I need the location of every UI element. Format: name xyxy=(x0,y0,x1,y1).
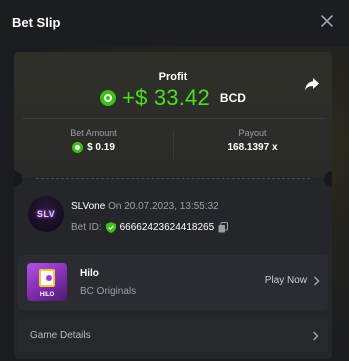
bet-id-value: 66662423624418265 xyxy=(119,222,215,233)
chevron-right-icon xyxy=(312,331,319,341)
game-thumbnail[interactable]: HILO xyxy=(27,263,67,301)
game-row[interactable]: HILO Hilo BC Originals Play Now xyxy=(18,255,328,310)
divider xyxy=(22,118,324,119)
bet-card: Profit +$ 33.42 BCD Bet Amount $ 0.19 Pa… xyxy=(14,52,332,359)
thumbnail-label: HILO xyxy=(39,292,55,298)
share-icon[interactable] xyxy=(304,76,320,92)
close-icon[interactable] xyxy=(319,13,335,29)
game-details-label: Game Details xyxy=(30,330,91,341)
copy-icon[interactable] xyxy=(218,222,229,233)
payout-stat: Payout 168.1397 x xyxy=(173,128,332,153)
payout-value: 168.1397 x xyxy=(227,142,278,153)
bcd-coin-icon xyxy=(72,142,84,153)
profit-label: Profit xyxy=(158,71,188,83)
ticket-notch-right xyxy=(324,171,332,187)
modal-header: Bet Slip xyxy=(0,0,349,46)
bet-id-label: Bet ID: xyxy=(71,222,102,233)
avatar[interactable]: SLV xyxy=(28,196,64,232)
bet-slip-modal: Bet Slip Profit +$ 33.42 BCD Bet Amount … xyxy=(0,0,349,361)
ticket-perforation xyxy=(36,178,310,179)
play-now-label: Play Now xyxy=(264,275,307,286)
user-line: SLVone On 20.07.2023, 13:55:32 xyxy=(71,201,219,212)
payout-label: Payout xyxy=(238,128,267,138)
play-now-button[interactable]: Play Now xyxy=(265,275,320,286)
modal-title: Bet Slip xyxy=(12,15,61,30)
bet-id-line: Bet ID: 66662423624418265 xyxy=(71,222,229,233)
profit-value: +$ 33.42 xyxy=(122,85,210,110)
bet-amount-label: Bet Amount xyxy=(70,128,117,138)
profit-row: +$ 33.42 BCD xyxy=(14,85,332,111)
bet-amount-value: $ 0.19 xyxy=(87,142,115,153)
bet-timestamp: On 20.07.2023, 13:55:32 xyxy=(108,201,219,212)
bet-amount-value-row: $ 0.19 xyxy=(14,142,173,153)
bcd-coin-icon xyxy=(100,90,117,106)
chevron-right-icon xyxy=(313,275,320,286)
card-icon xyxy=(39,269,55,287)
game-provider: BC Originals xyxy=(80,286,137,297)
game-details-row[interactable]: Game Details xyxy=(18,318,328,354)
username[interactable]: SLVone xyxy=(71,201,105,212)
game-name: Hilo xyxy=(80,268,99,279)
verified-shield-icon xyxy=(105,222,116,233)
bet-amount-stat: Bet Amount $ 0.19 xyxy=(14,128,173,153)
profit-section: Profit +$ 33.42 BCD Bet Amount $ 0.19 Pa… xyxy=(14,52,332,177)
profit-currency: BCD xyxy=(219,91,246,105)
